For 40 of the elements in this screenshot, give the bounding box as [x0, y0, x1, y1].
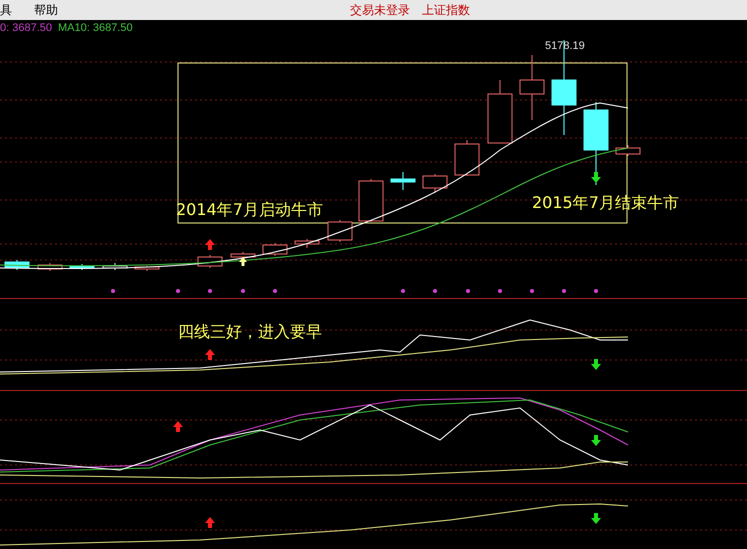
login-status: 交易未登录: [350, 2, 410, 18]
signal-dot: [433, 289, 437, 293]
down-arrow-icon: [591, 359, 601, 370]
candlestick: [294, 238, 320, 248]
menu-item[interactable]: 帮助: [34, 2, 58, 18]
signal-dot: [530, 289, 534, 293]
signal-dot: [594, 289, 598, 293]
chart-annotation: 四线三好，进入要早: [178, 322, 322, 343]
signal-dot: [562, 289, 566, 293]
signal-dot: [401, 289, 405, 293]
signal-dot: [241, 289, 245, 293]
signal-dot: [466, 289, 470, 293]
candlestick: [422, 174, 448, 194]
up-arrow-icon: [205, 517, 215, 528]
candlestick: [454, 140, 480, 176]
index-name: 上证指数: [422, 2, 470, 18]
menu-item[interactable]: 具: [0, 2, 12, 18]
legend-label: MA10: 3687.50: [58, 22, 133, 34]
up-arrow-icon: [239, 257, 247, 266]
candlestick: [328, 220, 352, 242]
candlestick: [616, 144, 640, 156]
up-arrow-icon: [205, 239, 215, 250]
candlestick: [390, 172, 416, 190]
candlestick: [262, 242, 288, 256]
candlestick: [358, 178, 384, 222]
signal-dot: [208, 289, 212, 293]
signal-dot: [273, 289, 277, 293]
candlestick: [4, 260, 30, 270]
signal-dot: [498, 289, 502, 293]
up-arrow-icon: [205, 349, 215, 360]
signal-dot: [176, 289, 180, 293]
down-arrow-icon: [591, 513, 601, 524]
signal-dot: [111, 289, 115, 293]
candlestick: [134, 266, 160, 272]
candlestick: [520, 54, 544, 120]
legend-label: 0: 3687.50: [0, 22, 52, 34]
up-arrow-icon: [173, 421, 183, 432]
down-arrow-icon: [591, 172, 601, 183]
candlestick: [488, 80, 512, 144]
down-arrow-icon: [591, 435, 601, 446]
